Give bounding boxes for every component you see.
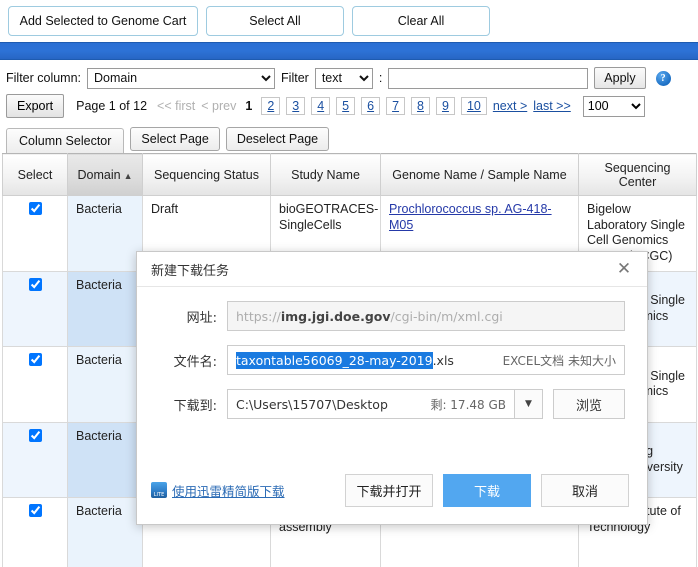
row-select-cell[interactable]: [3, 347, 68, 423]
help-icon[interactable]: ?: [656, 71, 671, 86]
row-select-cell[interactable]: [3, 271, 68, 347]
filename-row: 文件名: taxontable56069_28-may-2019.xls EXC…: [159, 345, 625, 375]
url-row: 网址: https://img.jgi.doe.gov/cgi-bin/m/xm…: [159, 301, 625, 331]
dialog-action-buttons: 下载并打开 下载 取消: [345, 474, 629, 507]
export-button[interactable]: Export: [6, 94, 64, 118]
thunder-lite-icon: LITE: [151, 482, 167, 498]
filter-text-input[interactable]: [388, 68, 588, 89]
page-link-7[interactable]: 7: [386, 97, 405, 115]
close-icon[interactable]: ✕: [611, 256, 637, 282]
filter-column-label: Filter column:: [6, 71, 81, 85]
blue-divider-bar: [0, 42, 698, 60]
row-select-cell[interactable]: [3, 196, 68, 272]
column-header-domain-label: Domain: [78, 168, 121, 182]
genome-link[interactable]: Prochlorococcus sp. AG-418-M05: [389, 202, 552, 232]
row-domain-cell: Bacteria: [68, 196, 143, 272]
dialog-footer: LITE 使用迅雷精简版下载 下载并打开 下载 取消: [137, 456, 647, 524]
use-thunder-lite-link[interactable]: LITE 使用迅雷精简版下载: [151, 481, 285, 500]
row-checkbox[interactable]: [29, 278, 42, 291]
saveto-label: 下载到:: [159, 395, 227, 414]
url-field[interactable]: https://img.jgi.doe.gov/cgi-bin/m/xml.cg…: [227, 301, 625, 331]
url-path: /cgi-bin/m/xml.cgi: [391, 309, 503, 324]
column-header-domain[interactable]: Domain▲: [68, 154, 143, 196]
dialog-title: 新建下载任务: [151, 260, 229, 279]
free-space-text: 剩: 17.48 GB: [422, 396, 506, 413]
page-link-2[interactable]: 2: [261, 97, 280, 115]
clear-all-button[interactable]: Clear All: [352, 6, 490, 36]
saveto-row: 下载到: C:\Users\15707\Desktop 剩: 17.48 GB …: [159, 389, 625, 419]
page-root: Add Selected to Genome Cart Select All C…: [0, 0, 698, 567]
filename-extension: .xls: [433, 353, 454, 368]
saveto-path-text: C:\Users\15707\Desktop: [236, 397, 388, 412]
rows-per-page-select[interactable]: 100: [583, 96, 645, 117]
column-header-select[interactable]: Select: [3, 154, 68, 196]
next-page-link[interactable]: next >: [493, 99, 527, 113]
tab-column-selector[interactable]: Column Selector: [6, 128, 124, 153]
page-link-9[interactable]: 9: [436, 97, 455, 115]
column-header-study-name[interactable]: Study Name: [271, 154, 381, 196]
download-and-open-button[interactable]: 下载并打开: [345, 474, 433, 507]
url-prefix: https://: [236, 309, 281, 324]
column-header-sequencing-status[interactable]: Sequencing Status: [143, 154, 271, 196]
prev-page-link-disabled: < prev: [201, 99, 236, 113]
filter-label: Filter: [281, 71, 309, 85]
genome-cart-toolbar: Add Selected to Genome Cart Select All C…: [0, 0, 698, 41]
browse-button[interactable]: 浏览: [553, 389, 625, 419]
url-label: 网址:: [159, 307, 227, 326]
row-checkbox[interactable]: [29, 353, 42, 366]
filename-selected-text: taxontable56069_28-may-2019: [236, 352, 433, 369]
new-download-task-dialog: 新建下载任务 ✕ 网址: https://img.jgi.doe.gov/cgi…: [136, 251, 648, 525]
filter-type-select[interactable]: text: [315, 68, 373, 89]
select-page-button[interactable]: Select Page: [130, 127, 219, 151]
filename-meta: EXCEL文档 未知大小: [495, 352, 616, 369]
filename-field[interactable]: taxontable56069_28-may-2019.xls EXCEL文档 …: [227, 345, 625, 375]
row-domain-cell: Bacteria: [68, 422, 143, 498]
row-domain-cell: Bacteria: [68, 498, 143, 567]
row-domain-cell: Bacteria: [68, 271, 143, 347]
current-page-number: 1: [242, 99, 255, 113]
filter-bar: Filter column: Domain Filter text : Appl…: [0, 60, 698, 92]
saveto-path-field[interactable]: C:\Users\15707\Desktop 剩: 17.48 GB: [227, 389, 515, 419]
pagination-bar: Export Page 1 of 12 << first < prev 1 2 …: [0, 92, 698, 122]
thunder-lite-icon-text: LITE: [154, 492, 164, 498]
page-link-6[interactable]: 6: [361, 97, 380, 115]
filter-column-select[interactable]: Domain: [87, 68, 275, 89]
row-checkbox[interactable]: [29, 202, 42, 215]
row-domain-cell: Bacteria: [68, 347, 143, 423]
page-link-3[interactable]: 3: [286, 97, 305, 115]
page-link-5[interactable]: 5: [336, 97, 355, 115]
row-select-cell[interactable]: [3, 422, 68, 498]
page-link-8[interactable]: 8: [411, 97, 430, 115]
url-host: img.jgi.doe.gov: [281, 309, 391, 324]
first-page-link-disabled: << first: [157, 99, 195, 113]
deselect-page-button[interactable]: Deselect Page: [226, 127, 329, 151]
table-header-row: Select Domain▲ Sequencing Status Study N…: [3, 154, 697, 196]
page-link-4[interactable]: 4: [311, 97, 330, 115]
filename-label: 文件名:: [159, 351, 227, 370]
use-thunder-lite-label: 使用迅雷精简版下载: [172, 481, 285, 500]
table-tabs-bar: Column Selector Select Page Deselect Pag…: [0, 125, 698, 153]
select-all-button[interactable]: Select All: [206, 6, 344, 36]
download-button[interactable]: 下载: [443, 474, 531, 507]
column-header-genome-name[interactable]: Genome Name / Sample Name: [381, 154, 579, 196]
apply-filter-button[interactable]: Apply: [594, 67, 645, 89]
cancel-button[interactable]: 取消: [541, 474, 629, 507]
column-header-sequencing-center[interactable]: Sequencing Center: [579, 154, 697, 196]
dialog-title-bar: 新建下载任务 ✕: [137, 252, 647, 287]
chevron-down-icon[interactable]: ▼: [515, 389, 543, 419]
last-page-link[interactable]: last >>: [533, 99, 571, 113]
dialog-body: 网址: https://img.jgi.doe.gov/cgi-bin/m/xm…: [137, 287, 647, 419]
add-selected-to-genome-cart-button[interactable]: Add Selected to Genome Cart: [8, 6, 198, 36]
sort-ascending-icon: ▲: [124, 171, 133, 181]
filter-colon: :: [379, 71, 382, 85]
page-link-10[interactable]: 10: [461, 97, 487, 115]
row-checkbox[interactable]: [29, 504, 42, 517]
row-select-cell[interactable]: [3, 498, 68, 567]
row-checkbox[interactable]: [29, 429, 42, 442]
page-info-label: Page 1 of 12: [76, 99, 147, 113]
